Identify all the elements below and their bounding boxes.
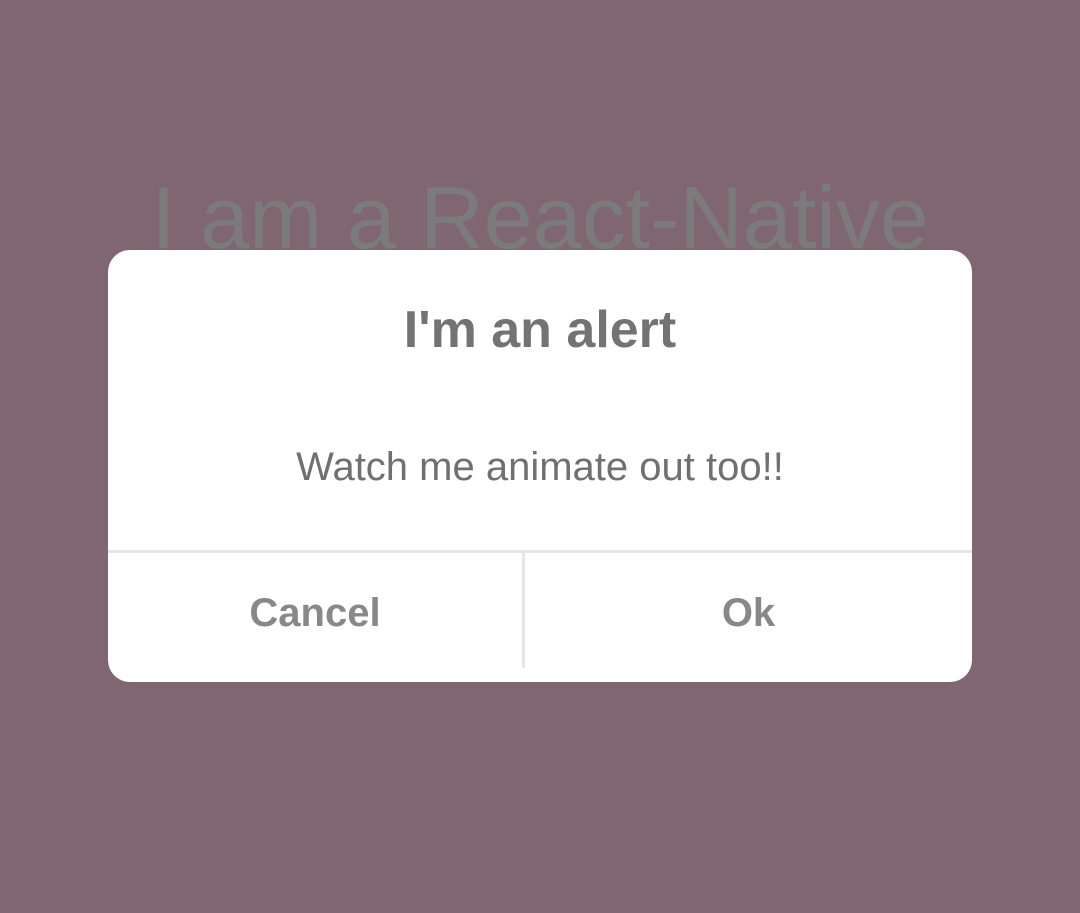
alert-title: I'm an alert [403,301,677,359]
cancel-button[interactable]: Cancel [108,553,522,673]
alert-dialog: I'm an alert Watch me animate out too!! … [108,250,972,682]
ok-button[interactable]: Ok [525,553,972,673]
alert-message: Watch me animate out too!! [296,445,784,489]
